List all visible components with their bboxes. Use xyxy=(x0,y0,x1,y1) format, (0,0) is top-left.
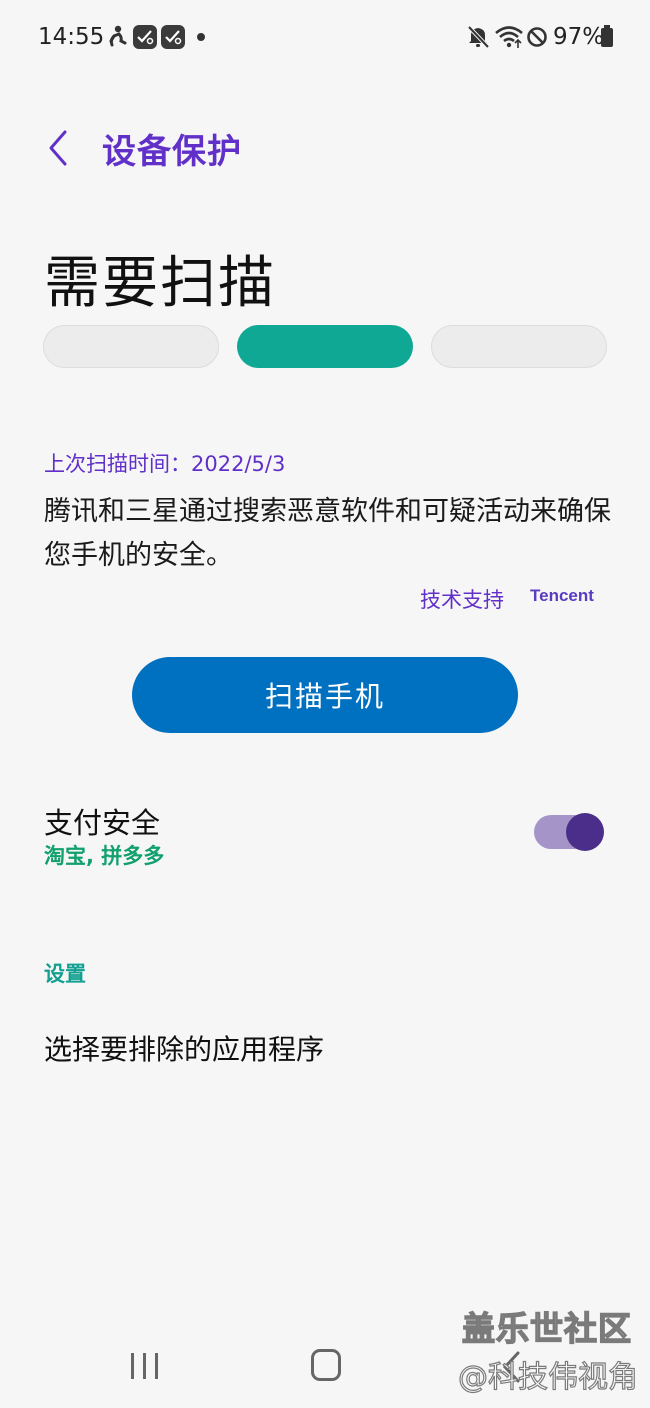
more-notifications-dot xyxy=(197,33,205,41)
progress-segment-1 xyxy=(43,325,219,368)
scan-phone-button[interactable]: 扫描手机 xyxy=(132,657,518,733)
watermark-author: @科技伟视角 xyxy=(457,1359,638,1395)
mute-icon xyxy=(467,25,490,49)
person-run-icon xyxy=(109,25,127,47)
status-bar: 14:55 97% xyxy=(0,0,650,76)
check-badge-icon xyxy=(161,25,185,49)
payment-security-apps: 淘宝, 拼多多 xyxy=(44,844,165,868)
battery-percent: 97% xyxy=(553,24,605,50)
exclude-apps-item[interactable]: 选择要排除的应用程序 xyxy=(44,1028,324,1068)
watermark-community: 盖乐世社区 xyxy=(461,1308,632,1348)
device-protection-screen: 14:55 97% 设备保护 需要扫描 上次扫描时间：2022/5/3 腾讯和三… xyxy=(0,0,650,1408)
recent-apps-icon[interactable] xyxy=(128,1352,162,1380)
protection-description: 腾讯和三星通过搜索恶意软件和可疑活动来确保您手机的安全。 xyxy=(44,496,611,571)
back-button[interactable] xyxy=(30,118,86,178)
home-icon[interactable] xyxy=(311,1349,341,1381)
tencent-logo: Tencent xyxy=(530,586,594,605)
scan-status-heading: 需要扫描 xyxy=(44,251,276,316)
page-title: 设备保护 xyxy=(102,132,242,172)
last-scan-time: 上次扫描时间：2022/5/3 xyxy=(44,452,286,476)
status-time: 14:55 xyxy=(38,24,105,50)
settings-section-header: 设置 xyxy=(44,962,86,986)
toggle-thumb xyxy=(566,813,604,851)
check-badge-icon xyxy=(133,25,157,49)
payment-security-title: 支付安全 xyxy=(44,806,161,840)
chevron-left-icon xyxy=(49,130,67,166)
tech-support-label: 技术支持 xyxy=(420,588,504,612)
payment-security-toggle[interactable] xyxy=(534,813,604,851)
dnd-icon xyxy=(527,27,547,47)
progress-segment-3 xyxy=(431,325,607,368)
wifi-icon xyxy=(495,26,523,48)
progress-segment-2-active xyxy=(237,325,413,368)
battery-icon xyxy=(601,25,613,47)
